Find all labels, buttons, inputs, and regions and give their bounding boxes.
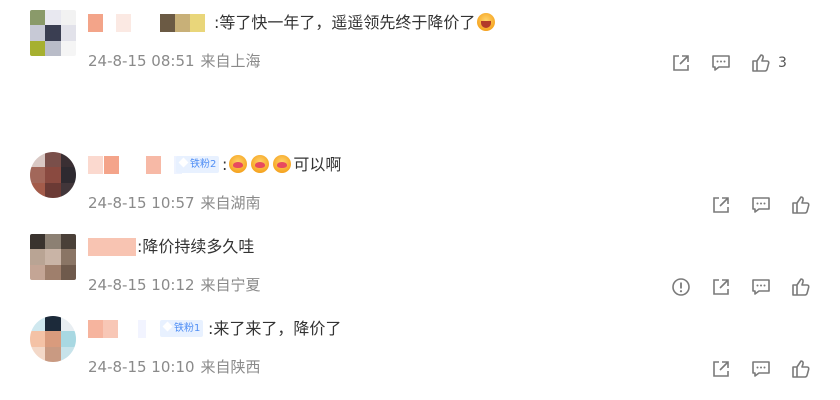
comment-text-body: 可以啊 — [293, 155, 342, 174]
avatar[interactable] — [30, 234, 76, 280]
report-icon[interactable] — [670, 276, 692, 298]
share-icon[interactable] — [710, 276, 732, 298]
comment-list: :等了快一年了，遥遥领先终于降价了 24-8-15 08:51 来自上海 3 铁… — [0, 0, 840, 400]
username[interactable] — [88, 14, 206, 32]
comment-meta: 24-8-15 10:57 来自湖南 — [88, 192, 261, 214]
comment-text-body: :等了快一年了，遥遥领先终于降价了 — [214, 13, 476, 32]
share-icon[interactable] — [710, 358, 732, 380]
thumbs-up-icon[interactable] — [790, 194, 812, 216]
comment-text: :降价持续多久哇 — [137, 234, 254, 260]
thumbs-up-icon[interactable] — [750, 52, 772, 74]
comment-location: 来自陕西 — [200, 358, 261, 376]
comment-icon[interactable] — [710, 52, 732, 74]
comment-icon[interactable] — [750, 194, 772, 216]
comment-actions — [670, 276, 812, 298]
comment-text: : 可以啊 — [222, 152, 341, 178]
comment-actions — [710, 358, 812, 380]
comment-item: 铁粉2 : 可以啊 24-8-15 10:57 来自湖南 — [0, 152, 840, 222]
comment-time: 24-8-15 10:57 — [88, 194, 195, 212]
thumbs-up-icon[interactable] — [790, 276, 812, 298]
comment-text-prefix: : — [222, 155, 228, 174]
avatar[interactable] — [30, 10, 76, 56]
comment-item: :降价持续多久哇 24-8-15 10:12 来自宁夏 — [0, 234, 840, 304]
username[interactable] — [88, 156, 188, 174]
comment-time: 24-8-15 08:51 — [88, 52, 195, 70]
fan-badge-label: 铁粉2 — [190, 159, 217, 170]
comment-location: 来自湖南 — [200, 194, 261, 212]
kiss-emoji-icon — [229, 155, 248, 173]
comment-actions — [710, 194, 812, 216]
thumbs-up-icon[interactable] — [790, 358, 812, 380]
comment-meta: 24-8-15 10:10 来自陕西 — [88, 356, 261, 378]
comment-text-body: :降价持续多久哇 — [137, 237, 255, 256]
username[interactable] — [88, 320, 158, 338]
comment-time: 24-8-15 10:12 — [88, 276, 195, 294]
comment-meta: 24-8-15 10:12 来自宁夏 — [88, 274, 261, 296]
share-icon[interactable] — [670, 52, 692, 74]
comment-actions: 3 — [670, 52, 818, 74]
fan-badge-label: 铁粉1 — [174, 323, 201, 334]
avatar[interactable] — [30, 316, 76, 362]
kiss-emoji-icon — [251, 155, 270, 173]
fan-badge[interactable]: 铁粉1 — [160, 320, 204, 337]
comment-text: :等了快一年了，遥遥领先终于降价了 — [214, 10, 497, 36]
laughing-crying-emoji-icon — [477, 13, 496, 31]
fan-badge-icon — [162, 321, 173, 332]
comment-item: :等了快一年了，遥遥领先终于降价了 24-8-15 08:51 来自上海 3 — [0, 10, 840, 80]
comment-location: 来自上海 — [200, 52, 261, 70]
comment-meta: 24-8-15 08:51 来自上海 — [88, 50, 261, 72]
comment-icon[interactable] — [750, 358, 772, 380]
comment-location: 来自宁夏 — [200, 276, 261, 294]
share-icon[interactable] — [710, 194, 732, 216]
comment-icon[interactable] — [750, 276, 772, 298]
fan-badge-icon — [178, 157, 189, 168]
comment-text-body: :来了来了，降价了 — [208, 319, 342, 338]
comment-item: 铁粉1 :来了来了，降价了 24-8-15 10:10 来自陕西 — [0, 316, 840, 386]
username[interactable] — [88, 238, 136, 256]
avatar[interactable] — [30, 152, 76, 198]
comment-time: 24-8-15 10:10 — [88, 358, 195, 376]
like-count: 3 — [778, 55, 787, 71]
kiss-emoji-icon — [273, 155, 292, 173]
fan-badge[interactable]: 铁粉2 — [176, 156, 220, 173]
comment-text: :来了来了，降价了 — [208, 316, 341, 342]
